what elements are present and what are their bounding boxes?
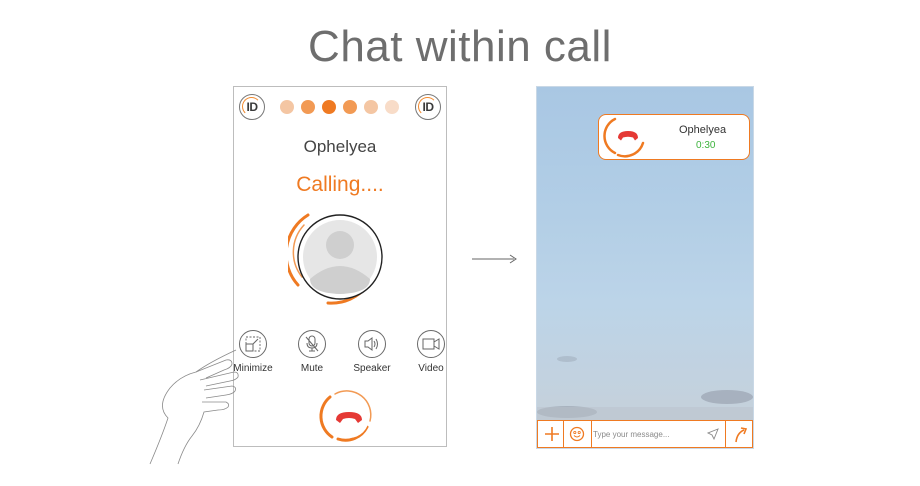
phone-hangup-icon[interactable]	[603, 113, 649, 159]
call-status: Calling....	[296, 173, 384, 196]
mute-button[interactable]: Mute	[284, 330, 340, 374]
speaker-label: Speaker	[353, 363, 391, 374]
progress-dot	[301, 100, 315, 114]
app-logo-icon: ID	[415, 94, 441, 120]
video-label: Video	[418, 363, 444, 374]
progress-dot	[343, 100, 357, 114]
send-icon[interactable]	[707, 428, 719, 440]
share-icon[interactable]	[733, 425, 749, 443]
speaker-button[interactable]: Speaker	[344, 330, 400, 374]
plus-icon[interactable]	[544, 426, 560, 442]
end-call-button[interactable]	[314, 387, 376, 445]
microphone-icon	[298, 330, 326, 358]
caller-name: Ophelyea	[303, 137, 377, 156]
video-button[interactable]: Video	[403, 330, 459, 374]
speaker-icon	[358, 330, 386, 358]
page-title: Chat within call	[308, 22, 612, 71]
emoji-icon[interactable]	[569, 426, 585, 442]
progress-dots	[280, 100, 399, 114]
divider	[563, 421, 564, 447]
progress-dot	[385, 100, 399, 114]
hand-gesture-icon	[149, 349, 239, 465]
divider	[591, 421, 592, 447]
progress-dot	[322, 100, 336, 114]
phone-hangup-icon	[319, 390, 372, 442]
call-duration: 0:30	[696, 140, 716, 151]
call-card-name: Ophelyea	[679, 124, 727, 136]
video-camera-icon	[417, 330, 445, 358]
message-input[interactable]	[593, 424, 705, 444]
chat-input-bar	[537, 420, 753, 448]
call-card[interactable]: Ophelyea 0:30	[598, 114, 750, 160]
mute-label: Mute	[300, 363, 324, 374]
arrow-right-icon	[472, 254, 517, 264]
app-logo-icon: ID	[239, 94, 265, 120]
progress-dot	[364, 100, 378, 114]
chat-screen: Ophelyea 0:30	[536, 86, 754, 449]
calling-screen: ID ID Ophelyea Calling.... Minimize Mute…	[233, 86, 447, 447]
divider	[725, 421, 726, 447]
avatar	[284, 207, 384, 307]
progress-dot	[280, 100, 294, 114]
